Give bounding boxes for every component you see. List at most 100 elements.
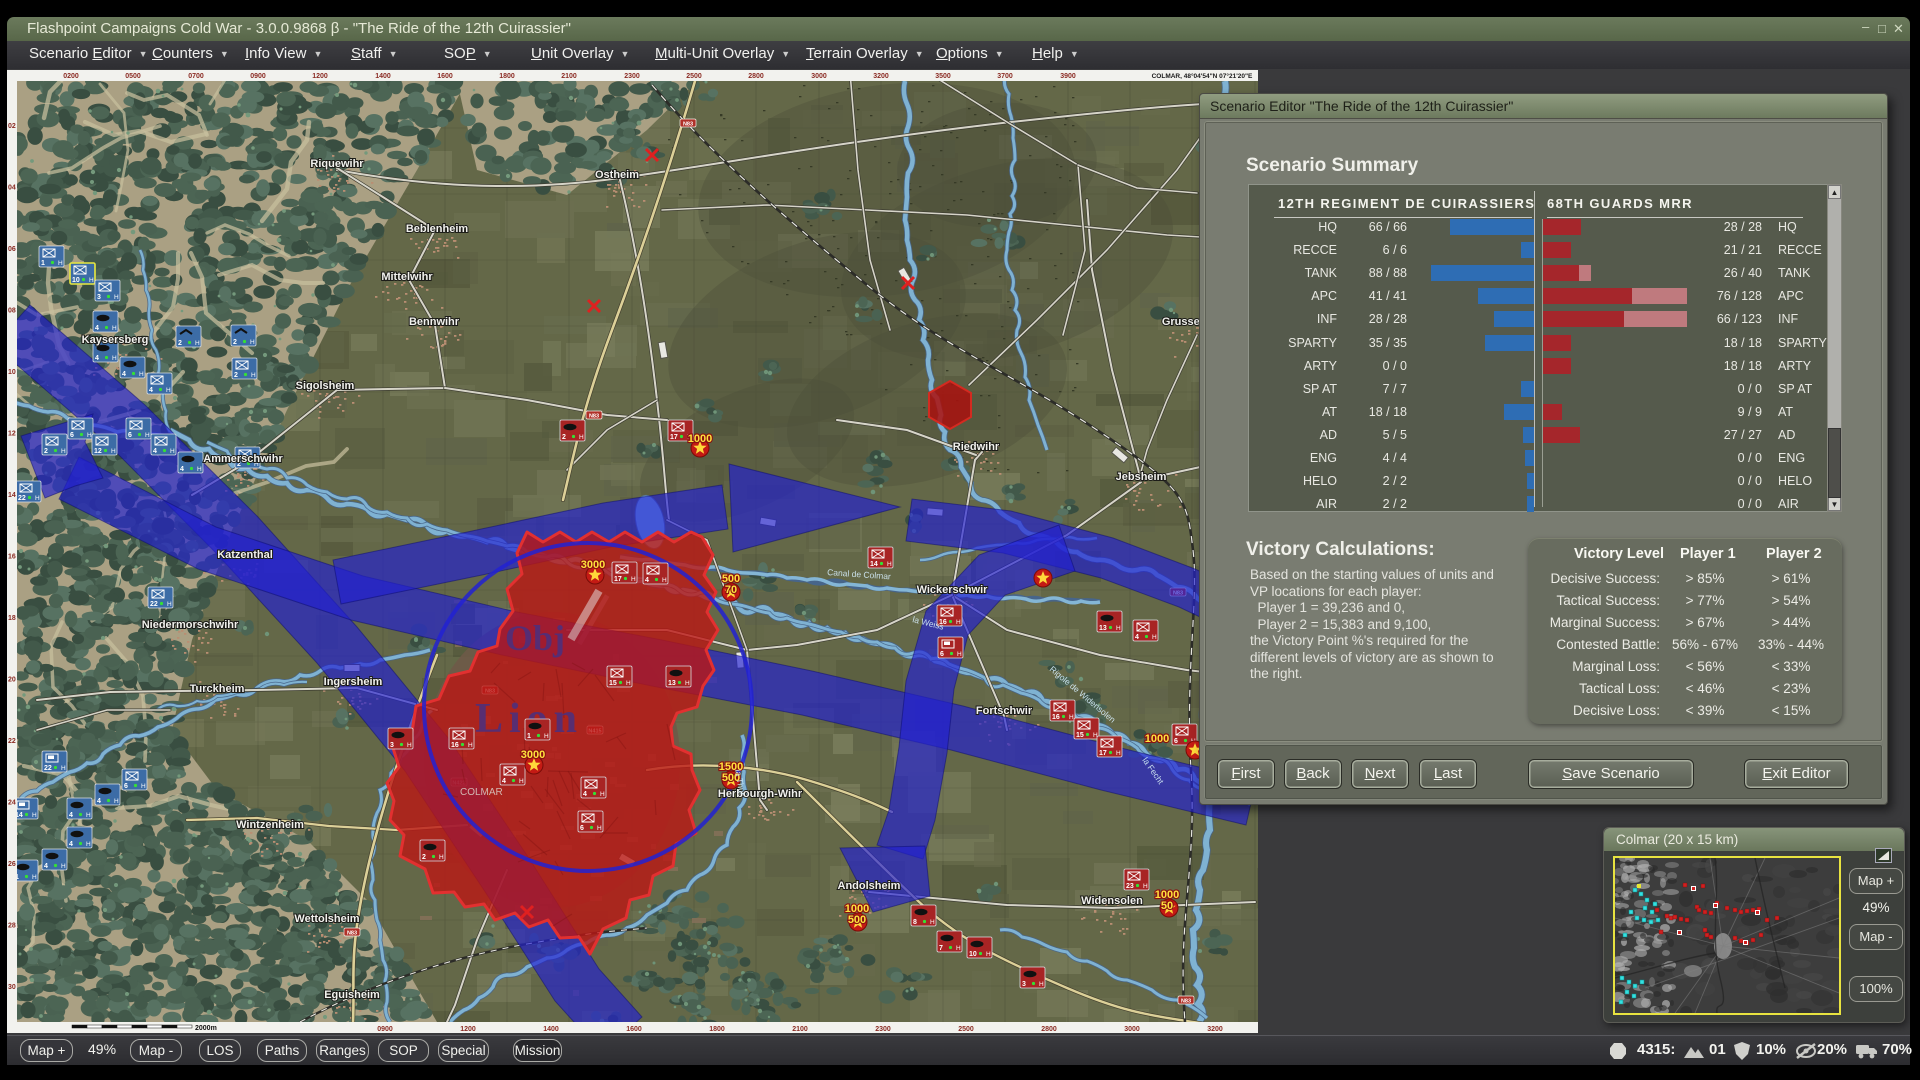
svg-text:H: H [61,448,66,455]
svg-text:4: 4 [1135,634,1139,641]
svg-text:4: 4 [149,387,153,394]
svg-text:2: 2 [233,339,237,346]
svg-text:14: 14 [8,492,16,499]
svg-text:2: 2 [44,448,48,455]
svg-text:6: 6 [1174,738,1178,745]
svg-text:COLMAR: COLMAR [460,787,503,798]
svg-text:4: 4 [153,448,157,455]
svg-text:4: 4 [69,812,73,819]
svg-text:H: H [956,945,961,952]
svg-text:4: 4 [122,371,126,378]
svg-text:1200: 1200 [312,73,328,80]
svg-text:Mittelwihr: Mittelwihr [381,271,433,283]
svg-text:20: 20 [8,677,16,684]
svg-text:Andolsheim: Andolsheim [838,880,901,892]
svg-text:500: 500 [848,914,866,926]
svg-text:3000: 3000 [521,749,545,761]
svg-text:1600: 1600 [626,1026,642,1033]
svg-text:H: H [251,372,256,379]
svg-text:Jebsheim: Jebsheim [1116,471,1167,483]
svg-text:10: 10 [8,369,16,376]
svg-text:08: 08 [8,308,16,315]
svg-text:Wickerschwir: Wickerschwir [917,584,989,596]
svg-text:Fortschwir: Fortschwir [976,705,1033,717]
svg-text:4: 4 [44,863,48,870]
svg-text:Niedermorschwihr: Niedermorschwihr [142,619,239,631]
svg-text:Turckheim: Turckheim [190,683,245,695]
svg-text:H: H [195,340,200,347]
svg-text:3900: 3900 [1060,73,1076,80]
svg-text:2100: 2100 [561,73,577,80]
svg-text:H: H [986,951,991,958]
svg-text:Ingersheim: Ingersheim [324,676,383,688]
svg-text:10: 10 [72,277,80,284]
svg-text:8: 8 [913,919,917,926]
svg-text:1: 1 [41,260,45,267]
svg-text:3: 3 [97,294,101,301]
svg-text:1600: 1600 [437,73,453,80]
svg-text:N83: N83 [347,930,357,936]
svg-text:3200: 3200 [1207,1026,1223,1033]
svg-text:Riedwihr: Riedwihr [953,441,1000,453]
svg-text:3200: 3200 [873,73,889,80]
svg-text:1200: 1200 [460,1026,476,1033]
svg-text:3: 3 [1022,981,1026,988]
svg-text:Ostheim: Ostheim [595,169,639,181]
svg-text:H: H [957,651,962,658]
svg-text:24: 24 [8,800,16,807]
svg-text:3500: 3500 [935,73,951,80]
svg-text:2800: 2800 [748,73,764,80]
svg-text:H: H [519,778,524,785]
svg-text:1400: 1400 [543,1026,559,1033]
svg-text:H: H [887,561,892,568]
svg-text:H: H [597,825,602,832]
svg-text:14: 14 [870,561,878,568]
svg-text:H: H [112,355,117,362]
svg-text:17: 17 [670,434,678,441]
svg-text:28: 28 [8,923,16,930]
svg-text:H: H [112,325,117,332]
svg-text:Ammerschwihr: Ammerschwihr [203,453,283,465]
svg-text:H: H [250,339,255,346]
svg-text:1000: 1000 [688,433,712,445]
svg-text:Eguisheim: Eguisheim [324,989,380,1001]
svg-text:Wintzenheim: Wintzenheim [236,819,304,831]
svg-text:17: 17 [1099,750,1107,757]
svg-text:Widensolen: Widensolen [1081,895,1143,907]
svg-text:Bennwihr: Bennwihr [409,316,460,328]
svg-text:Wettolsheim: Wettolsheim [294,913,359,925]
svg-text:3000: 3000 [1124,1026,1140,1033]
svg-text:0200: 0200 [63,73,79,80]
svg-text:H: H [89,277,94,284]
svg-text:Beblenheim: Beblenheim [406,223,469,235]
svg-text:H: H [1152,634,1157,641]
svg-text:4: 4 [97,798,101,805]
svg-text:1: 1 [527,733,531,740]
svg-text:H: H [141,783,146,790]
svg-text:6: 6 [124,783,128,790]
svg-text:2: 2 [178,340,182,347]
svg-text:H: H [61,863,66,870]
svg-text:H: H [544,733,549,740]
svg-text:H: H [145,432,150,439]
svg-text:Herbourgh-Wihr: Herbourgh-Wihr [718,788,803,800]
svg-text:16: 16 [1052,714,1060,721]
svg-text:1400: 1400 [375,73,391,80]
svg-text:23: 23 [1126,883,1134,890]
svg-text:2500: 2500 [958,1026,974,1033]
svg-text:2: 2 [422,854,426,861]
svg-text:Katzenthal: Katzenthal [217,549,273,561]
svg-text:H: H [86,841,91,848]
svg-text:H: H [35,495,40,502]
svg-text:H: H [166,387,171,394]
svg-text:H: H [87,432,92,439]
svg-text:13: 13 [668,680,676,687]
svg-text:2000m: 2000m [195,1025,217,1032]
svg-text:H: H [114,294,119,301]
svg-text:22: 22 [150,601,158,608]
svg-text:2100: 2100 [792,1026,808,1033]
svg-text:H: H [579,434,584,441]
svg-text:06: 06 [8,246,16,253]
svg-text:2500: 2500 [686,73,702,80]
svg-text:02: 02 [8,123,16,130]
